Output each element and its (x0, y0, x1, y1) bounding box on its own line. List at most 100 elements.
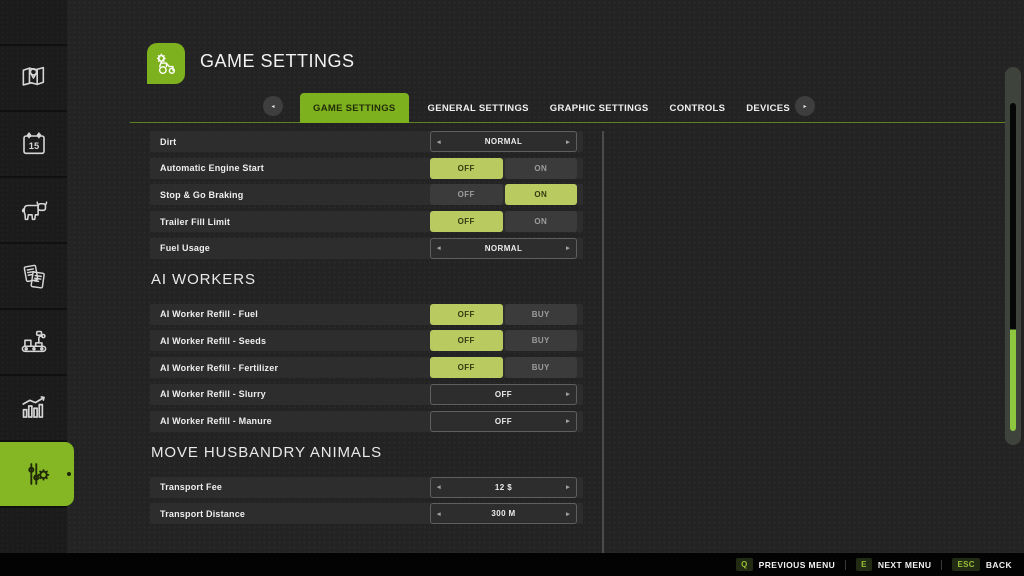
scroll-gauge-indicator (1010, 103, 1016, 431)
tab-graphic-settings[interactable]: GRAPHIC SETTINGS (548, 93, 651, 123)
settings-row: Transport Fee ◂ 12 $ ▸ (150, 477, 583, 498)
settings-scrollbar[interactable] (602, 131, 604, 553)
tabs-next-button[interactable]: ▸ (795, 96, 815, 116)
toggle-control: OFFON (430, 211, 577, 232)
settings-row: Automatic Engine Start OFFON (150, 158, 583, 179)
toggle-option-off[interactable]: OFF (430, 211, 503, 232)
value-selector[interactable]: ◂ NORMAL ▸ (430, 238, 577, 259)
key-hint-next-menu: ENEXT MENU (856, 558, 931, 571)
toggle-option-buy[interactable]: BUY (505, 304, 578, 325)
chevron-right-icon: ▸ (803, 103, 806, 110)
setting-label: AI Worker Refill - Fertilizer (160, 363, 278, 373)
selector-right-arrow-icon[interactable]: ▸ (566, 509, 570, 517)
chevron-left-icon: ◂ (271, 103, 274, 110)
toggle-option-off[interactable]: OFF (430, 330, 503, 351)
sidebar-spacer (0, 0, 67, 44)
footer-bar: QPREVIOUS MENU ENEXT MENU ESC BACK (0, 553, 1024, 576)
section-header: MOVE HUSBANDRY ANIMALS (151, 444, 583, 462)
settings-icon (20, 457, 54, 491)
key-badge: Q (736, 558, 753, 571)
sidebar-item-settings[interactable] (0, 442, 74, 507)
value-selector[interactable]: ◂ 300 M ▸ (430, 503, 577, 524)
toggle-option-on[interactable]: ON (505, 158, 578, 179)
setting-label: Automatic Engine Start (160, 163, 264, 173)
tabs-prev-button[interactable]: ◂ (263, 96, 283, 116)
selector-value: 300 M (491, 509, 515, 518)
toggle-option-off[interactable]: OFF (430, 304, 503, 325)
settings-row: Transport Distance ◂ 300 M ▸ (150, 503, 583, 524)
selector-left-arrow-icon[interactable]: ◂ (437, 137, 441, 145)
toggle-option-on[interactable]: ON (505, 184, 578, 205)
settings-row: Stop & Go Braking OFFON (150, 184, 583, 205)
selector-control: ◂ 12 $ ▸ (430, 477, 577, 498)
settings-row: Dirt ◂NORMAL▸ (150, 131, 583, 152)
toggle-control: OFFBUY (430, 330, 577, 351)
selector-right-arrow-icon[interactable]: ▸ (566, 483, 570, 491)
selector-right-arrow-icon[interactable]: ▸ (566, 137, 570, 145)
sidebar-item-production[interactable] (0, 310, 67, 375)
setting-label: AI Worker Refill - Seeds (160, 336, 266, 346)
selector-control: OFF▸ (430, 411, 577, 432)
selector-control: ◂ NORMAL ▸ (430, 238, 577, 259)
value-selector[interactable]: OFF ▸ (430, 384, 577, 405)
selector-value: 12 $ (495, 483, 512, 492)
selector-control: OFF ▸ (430, 384, 577, 405)
setting-label: Trailer Fill Limit (160, 217, 230, 227)
gear-tractor-icon (152, 50, 180, 78)
toggle-option-off[interactable]: OFF (430, 357, 503, 378)
tab-controls[interactable]: CONTROLS (668, 93, 728, 123)
value-selector[interactable]: OFF▸ (430, 411, 577, 432)
contracts-icon (18, 260, 50, 292)
toggle-control: OFFON (430, 158, 577, 179)
setting-label: Stop & Go Braking (160, 190, 243, 200)
sidebar-item-contracts[interactable] (0, 244, 67, 309)
toggle-option-buy[interactable]: BUY (505, 357, 578, 378)
tab-bar: GAME SETTINGS GENERAL SETTINGS GRAPHIC SET… (300, 93, 792, 123)
key-hint-back: ESC BACK (952, 558, 1012, 571)
selector-right-arrow-icon[interactable]: ▸ (566, 390, 570, 398)
key-hint-previous-menu: QPREVIOUS MENU (736, 558, 835, 571)
production-icon (17, 325, 51, 359)
selector-left-arrow-icon[interactable]: ◂ (437, 244, 441, 252)
setting-label: AI Worker Refill - Manure (160, 416, 272, 426)
value-selector[interactable]: ◂ 12 $ ▸ (430, 477, 577, 498)
selector-right-arrow-icon[interactable]: ▸ (566, 244, 570, 252)
setting-label: AI Worker Refill - Slurry (160, 389, 266, 399)
key-badge: ESC (952, 558, 979, 571)
settings-row: AI Worker Refill - Fertilizer OFFBUY (150, 357, 583, 378)
value-selector[interactable]: ◂NORMAL▸ (430, 131, 577, 152)
selector-left-arrow-icon[interactable]: ◂ (437, 483, 441, 491)
setting-label: Transport Fee (160, 482, 222, 492)
toggle-control: OFFBUY (430, 304, 577, 325)
scroll-gauge (1005, 67, 1021, 445)
selector-left-arrow-icon[interactable]: ◂ (437, 509, 441, 517)
hint-separator (845, 560, 846, 570)
sidebar-filler (0, 508, 67, 554)
main-panel: GAME SETTINGS ◂ GAME SETTINGS GENERAL SET… (67, 0, 1024, 553)
tab-devices[interactable]: DEVICES (744, 93, 792, 123)
sidebar: 15 (0, 0, 67, 553)
calendar-icon: 15 (18, 128, 50, 160)
selector-value: NORMAL (485, 244, 523, 253)
sidebar-item-calendar[interactable]: 15 (0, 112, 67, 177)
tab-game-settings[interactable]: GAME SETTINGS (300, 93, 409, 123)
toggle-option-buy[interactable]: BUY (505, 330, 578, 351)
key-badge: E (856, 558, 872, 571)
setting-label: Transport Distance (160, 509, 245, 519)
toggle-control: OFFON (430, 184, 577, 205)
toggle-control: OFFBUY (430, 357, 577, 378)
sidebar-item-statistics[interactable] (0, 376, 67, 441)
sidebar-item-map[interactable] (0, 46, 67, 111)
setting-label: Dirt (160, 137, 176, 147)
toggle-option-on[interactable]: ON (505, 211, 578, 232)
sidebar-item-animals[interactable] (0, 178, 67, 243)
selector-value: OFF (495, 390, 512, 399)
hint-separator (941, 560, 942, 570)
selector-control: ◂ 300 M ▸ (430, 503, 577, 524)
toggle-option-off[interactable]: OFF (430, 184, 503, 205)
tab-general-settings[interactable]: GENERAL SETTINGS (426, 93, 531, 123)
sidebar-items: 15 (0, 46, 67, 507)
selector-right-arrow-icon[interactable]: ▸ (566, 417, 570, 425)
toggle-option-off[interactable]: OFF (430, 158, 503, 179)
hint-label: BACK (986, 560, 1012, 570)
